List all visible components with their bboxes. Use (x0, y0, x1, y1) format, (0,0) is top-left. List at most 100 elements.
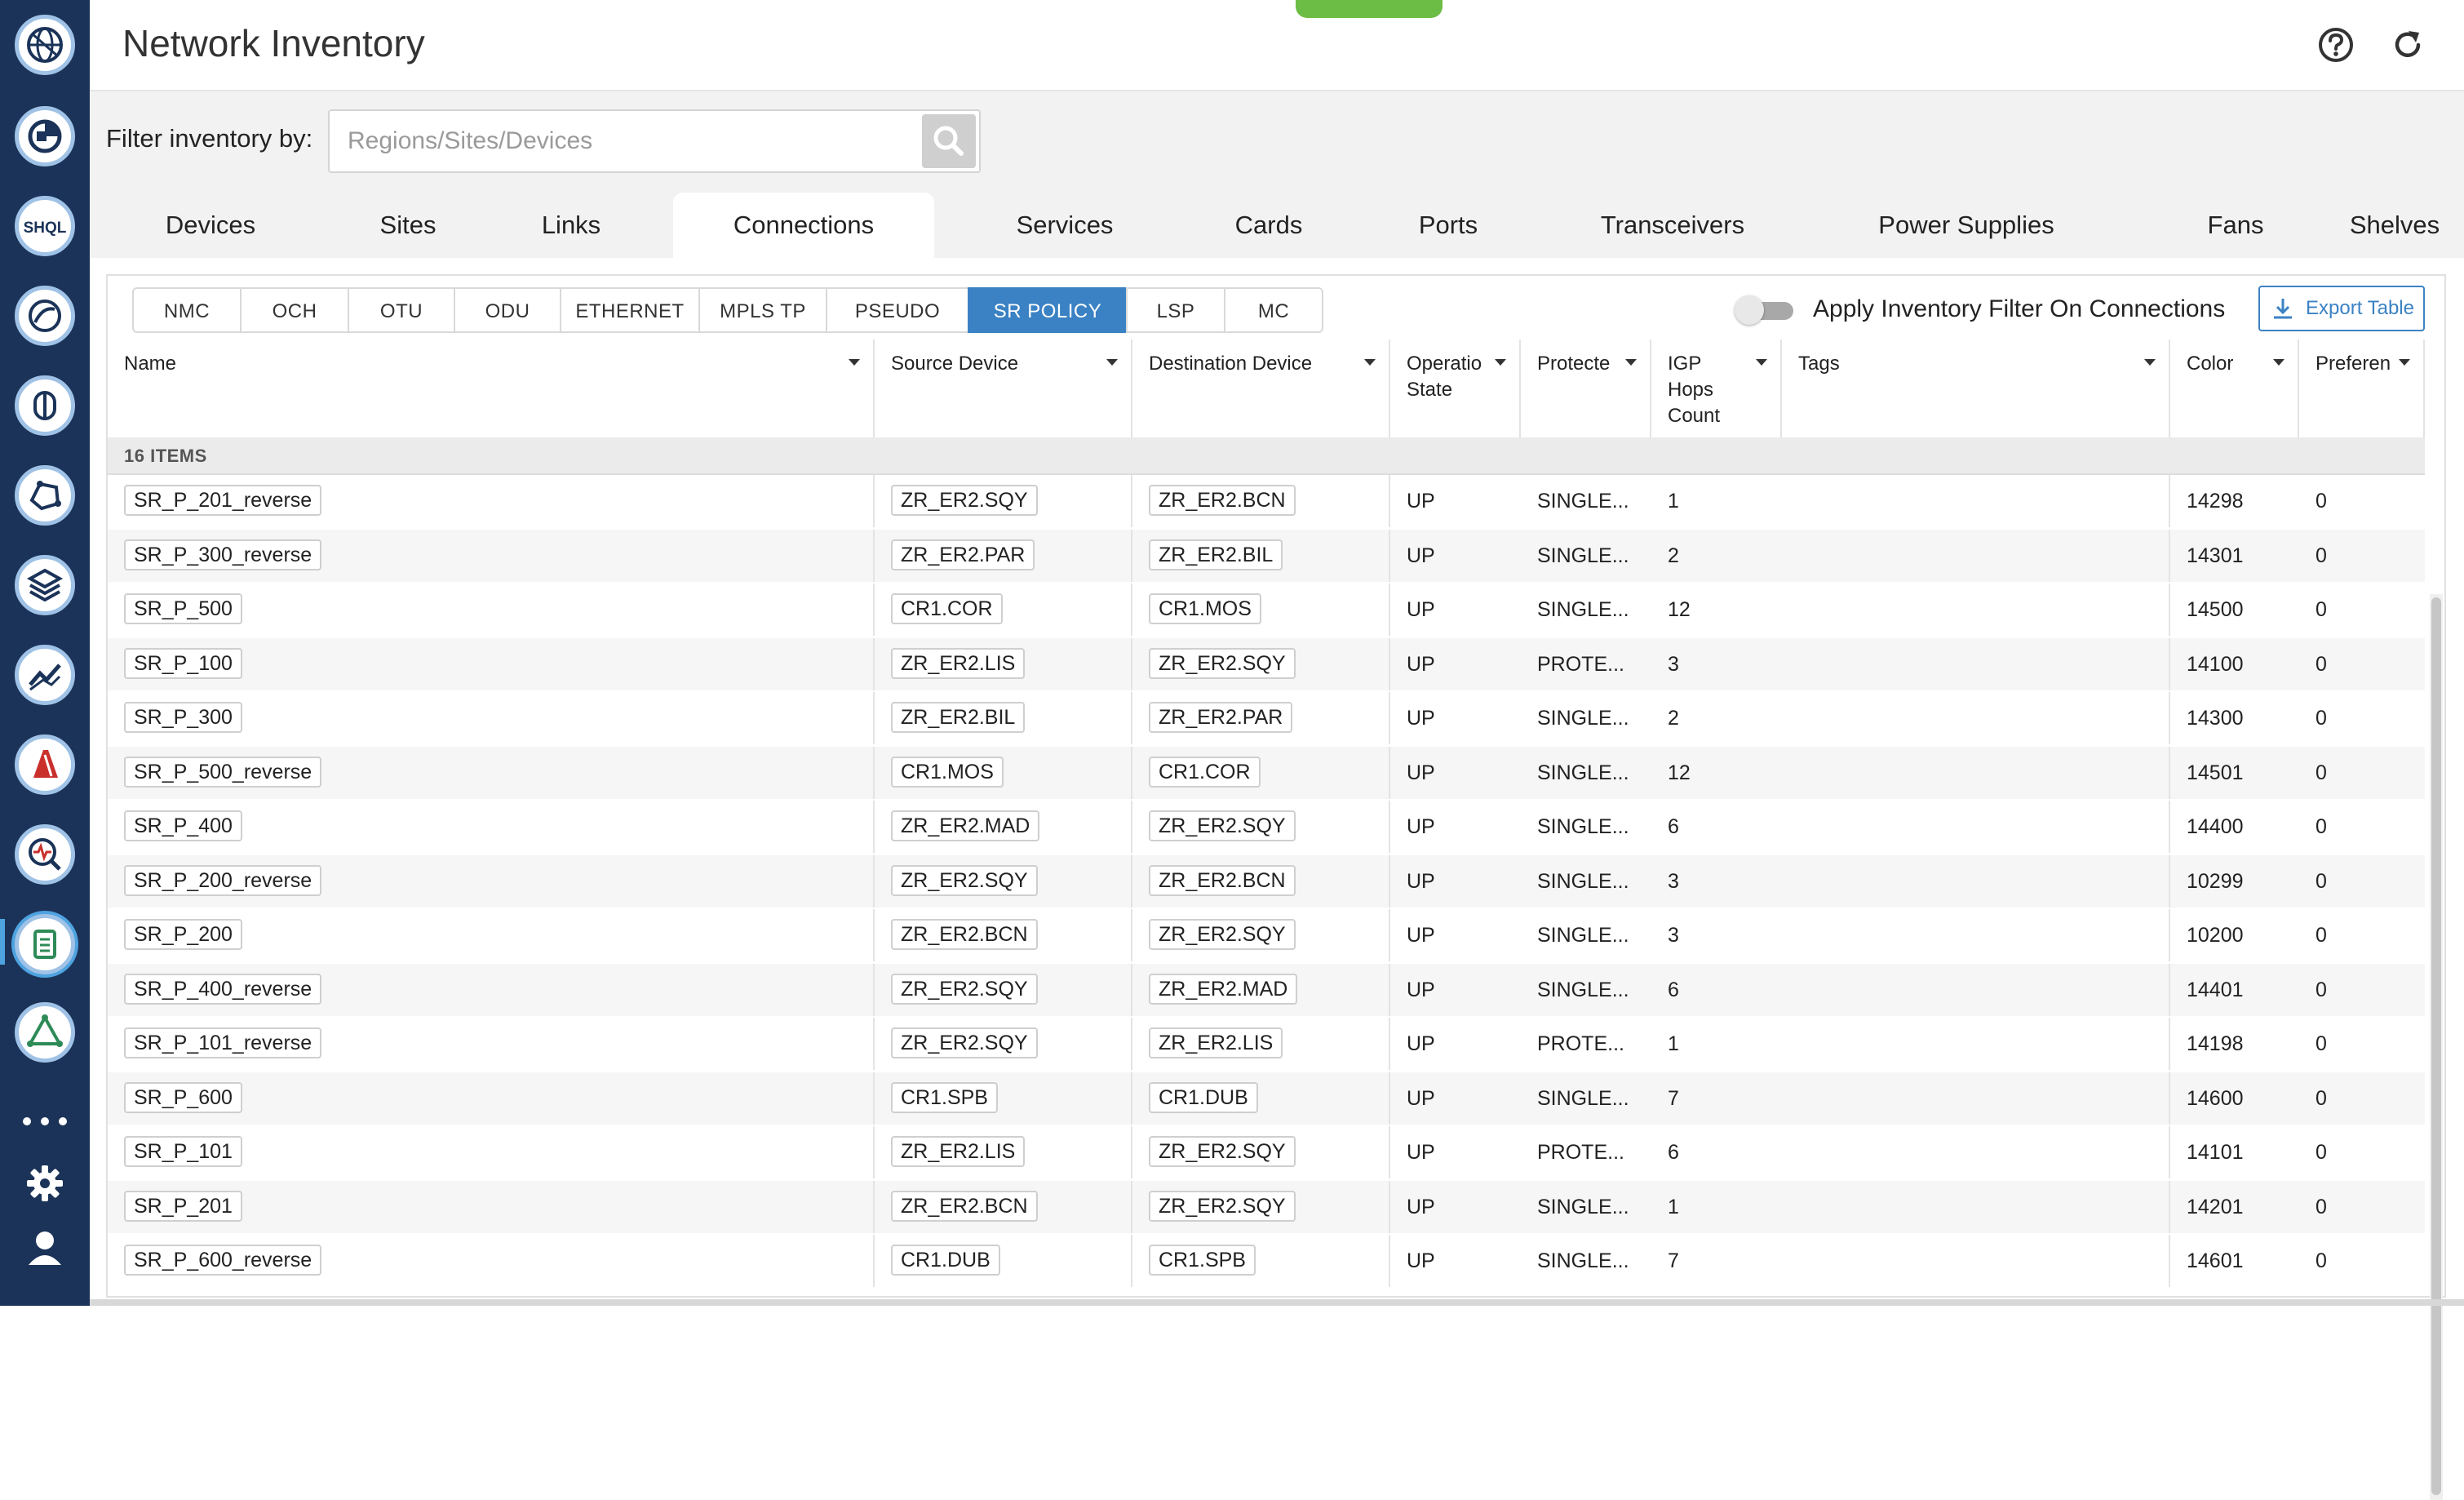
source-chip[interactable]: ZR_ER2.LIS (891, 647, 1026, 679)
tab-devices[interactable]: Devices (129, 193, 292, 258)
table-row[interactable]: SR_P_600_reverse CR1.DUB CR1.SPB UP SINGLE..… (108, 1235, 2425, 1287)
name-chip[interactable]: SR_P_300 (124, 702, 242, 734)
source-chip[interactable]: ZR_ER2.BIL (891, 702, 1026, 734)
subtab-nmc[interactable]: NMC (132, 287, 242, 333)
destination-chip[interactable]: ZR_ER2.BIL (1149, 539, 1283, 570)
rail-button-shql[interactable]: SHQL (15, 196, 75, 256)
destination-chip[interactable]: CR1.SPB (1149, 1245, 1256, 1276)
name-chip[interactable]: SR_P_400_reverse (124, 973, 322, 1005)
subtab-otu[interactable]: OTU (348, 287, 455, 333)
scrollbar-thumb[interactable] (2431, 597, 2441, 1495)
name-chip[interactable]: SR_P_101 (124, 1136, 242, 1168)
name-chip[interactable]: SR_P_600_reverse (124, 1245, 322, 1276)
column-header-state[interactable]: Operatio State (1390, 339, 1521, 437)
destination-chip[interactable]: ZR_ER2.MAD (1149, 973, 1298, 1005)
name-chip[interactable]: SR_P_200 (124, 919, 242, 951)
tab-fans[interactable]: Fans (2146, 193, 2325, 258)
gear-icon[interactable] (0, 1159, 90, 1208)
tab-power-supplies[interactable]: Power Supplies (1811, 193, 2121, 258)
column-header-color[interactable]: Color (2170, 339, 2299, 437)
sort-menu-icon[interactable] (2399, 359, 2410, 366)
source-chip[interactable]: CR1.MOS (891, 756, 1004, 788)
user-icon[interactable] (0, 1224, 90, 1273)
column-header-tags[interactable]: Tags (1782, 339, 2170, 437)
rail-button-inventory[interactable] (15, 914, 75, 974)
tab-connections[interactable]: Connections (673, 193, 934, 258)
subtab-ethernet[interactable]: ETHERNET (560, 287, 700, 333)
destination-chip[interactable]: CR1.MOS (1149, 593, 1261, 625)
destination-chip[interactable]: ZR_ER2.LIS (1149, 1027, 1283, 1059)
tab-services[interactable]: Services (971, 193, 1159, 258)
source-chip[interactable]: ZR_ER2.SQY (891, 864, 1038, 896)
rail-button-dashboard[interactable] (15, 106, 75, 166)
subtab-lsp[interactable]: LSP (1126, 287, 1225, 333)
table-row[interactable]: SR_P_300 ZR_ER2.BIL ZR_ER2.PAR UP SINGLE... 2… (108, 692, 2425, 744)
filter-search-button[interactable] (922, 114, 976, 168)
subtab-odu[interactable]: ODU (454, 287, 561, 333)
destination-chip[interactable]: ZR_ER2.BCN (1149, 485, 1296, 517)
rail-button-triangle-network[interactable] (15, 1002, 75, 1063)
destination-chip[interactable]: CR1.COR (1149, 756, 1261, 788)
source-chip[interactable]: ZR_ER2.BCN (891, 1190, 1038, 1222)
column-header-protected[interactable]: Protecte (1521, 339, 1651, 437)
source-chip[interactable]: ZR_ER2.PAR (891, 539, 1035, 570)
source-chip[interactable]: CR1.SPB (891, 1081, 998, 1113)
subtab-pseudo-wire[interactable]: PSEUDO WIRE (826, 287, 969, 368)
help-icon[interactable] (2317, 26, 2355, 64)
name-chip[interactable]: SR_P_400 (124, 810, 242, 842)
table-scrollbar[interactable] (2430, 594, 2443, 1500)
rail-button-reports[interactable] (15, 734, 75, 795)
name-chip[interactable]: SR_P_101_reverse (124, 1027, 322, 1059)
subtab-mpls-tp[interactable]: MPLS TP (698, 287, 827, 333)
table-row[interactable]: SR_P_500 CR1.COR CR1.MOS UP SINGLE... 12 14500… (108, 584, 2425, 636)
apply-filter-toggle[interactable] (1735, 295, 1798, 325)
table-row[interactable]: SR_P_300_reverse ZR_ER2.PAR ZR_ER2.BIL UP SI… (108, 529, 2425, 582)
destination-chip[interactable]: ZR_ER2.SQY (1149, 1136, 1296, 1168)
table-row[interactable]: SR_P_201 ZR_ER2.BCN ZR_ER2.SQY UP SINGLE... 1… (108, 1180, 2425, 1233)
destination-chip[interactable]: ZR_ER2.PAR (1149, 702, 1293, 734)
table-row[interactable]: SR_P_200_reverse ZR_ER2.SQY ZR_ER2.BCN UP SI… (108, 854, 2425, 908)
sort-menu-icon[interactable] (1756, 359, 1767, 366)
subtab-mc[interactable]: MC (1224, 287, 1323, 333)
destination-chip[interactable]: ZR_ER2.SQY (1149, 1190, 1296, 1222)
subtab-sr-policy[interactable]: SR POLICY (968, 287, 1128, 333)
destination-chip[interactable]: ZR_ER2.SQY (1149, 810, 1296, 842)
source-chip[interactable]: ZR_ER2.MAD (891, 810, 1040, 842)
tab-transceivers[interactable]: Transceivers (1550, 193, 1795, 258)
name-chip[interactable]: SR_P_500 (124, 593, 242, 625)
destination-chip[interactable]: ZR_ER2.SQY (1149, 647, 1296, 679)
rail-button-network-map[interactable] (15, 465, 75, 526)
name-chip[interactable]: SR_P_300_reverse (124, 539, 322, 570)
table-row[interactable]: SR_P_101 ZR_ER2.LIS ZR_ER2.SQY UP PROTE... 6 1… (108, 1126, 2425, 1178)
tab-ports[interactable]: Ports (1371, 193, 1526, 258)
filter-input[interactable] (330, 111, 917, 171)
source-chip[interactable]: ZR_ER2.LIS (891, 1136, 1026, 1168)
name-chip[interactable]: SR_P_100 (124, 647, 242, 679)
source-chip[interactable]: ZR_ER2.SQY (891, 973, 1038, 1005)
table-row[interactable]: SR_P_100 ZR_ER2.LIS ZR_ER2.SQY UP PROTE... 3 1… (108, 637, 2425, 690)
tab-sites[interactable]: Sites (335, 193, 481, 258)
column-header-hops[interactable]: IGP Hops Count (1651, 339, 1782, 437)
column-header-source[interactable]: Source Device (875, 339, 1132, 437)
sort-menu-icon[interactable] (1364, 359, 1376, 366)
rail-button-analytics[interactable] (15, 286, 75, 346)
sort-menu-icon[interactable] (1495, 359, 1506, 366)
source-chip[interactable]: ZR_ER2.SQY (891, 485, 1038, 517)
name-chip[interactable]: SR_P_500_reverse (124, 756, 322, 788)
table-row[interactable]: SR_P_500_reverse CR1.MOS CR1.COR UP SINGLE..… (108, 746, 2425, 799)
source-chip[interactable]: ZR_ER2.SQY (891, 1027, 1038, 1059)
name-chip[interactable]: SR_P_201 (124, 1190, 242, 1222)
rail-button-monitor-search[interactable] (15, 824, 75, 885)
column-header-destination[interactable]: Destination Device (1132, 339, 1390, 437)
sort-menu-icon[interactable] (849, 359, 860, 366)
rail-button-globe[interactable] (15, 15, 75, 75)
sort-menu-icon[interactable] (1106, 359, 1118, 366)
rail-button-layers[interactable] (15, 555, 75, 615)
name-chip[interactable]: SR_P_200_reverse (124, 864, 322, 896)
table-row[interactable]: SR_P_400 ZR_ER2.MAD ZR_ER2.SQY UP SINGLE... 6… (108, 801, 2425, 853)
table-row[interactable]: SR_P_101_reverse ZR_ER2.SQY ZR_ER2.LIS UP PR… (108, 1018, 2425, 1070)
tab-links[interactable]: Links (502, 193, 640, 258)
rail-button-trend[interactable] (15, 645, 75, 705)
table-row[interactable]: SR_P_400_reverse ZR_ER2.SQY ZR_ER2.MAD UP SI… (108, 963, 2425, 1016)
sort-menu-icon[interactable] (2144, 359, 2156, 366)
